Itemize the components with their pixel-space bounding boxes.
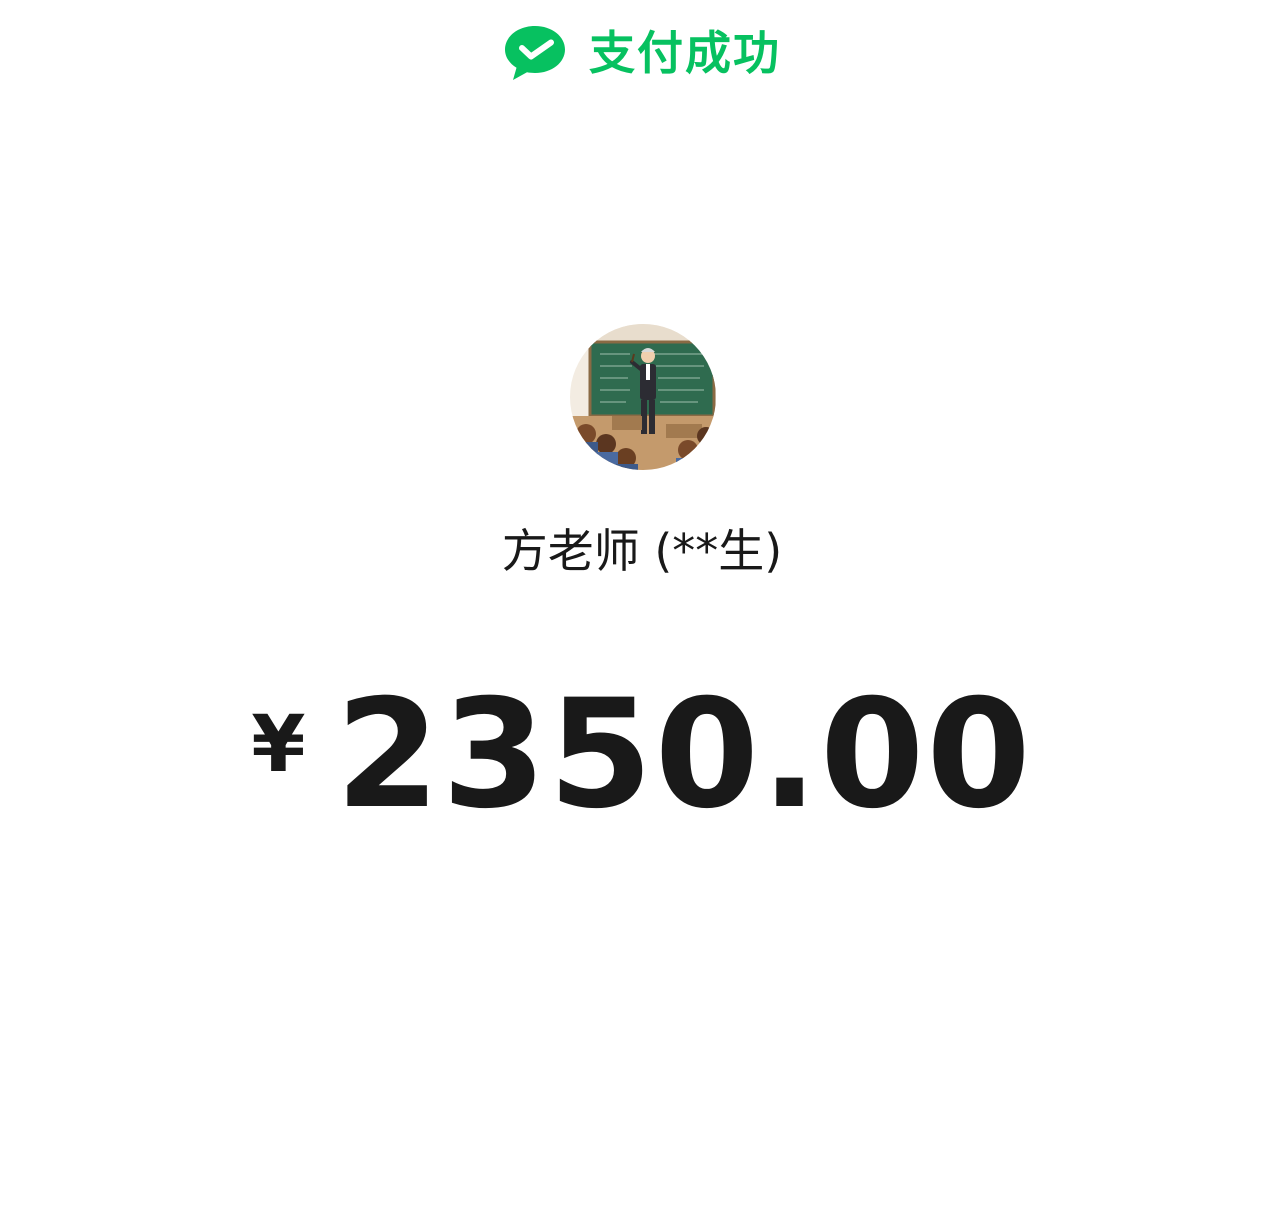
amount-value: 2350.00	[335, 668, 1033, 842]
currency-symbol: ¥	[251, 700, 306, 790]
payment-amount: ¥ 2350.00	[0, 680, 1284, 830]
payee-avatar	[570, 324, 716, 470]
payment-status-header: 支付成功	[0, 18, 1284, 88]
payment-success-label: 支付成功	[589, 26, 781, 80]
payee-name: 方老师 (**生)	[501, 524, 783, 578]
wechat-pay-icon	[503, 24, 567, 82]
